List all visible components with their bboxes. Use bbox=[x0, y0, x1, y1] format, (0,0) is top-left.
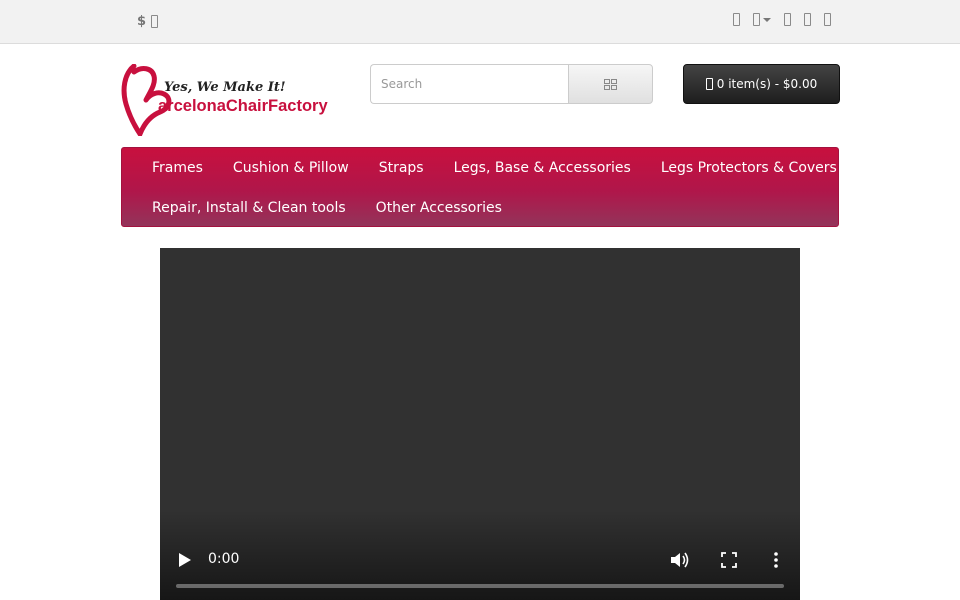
more-options-icon[interactable] bbox=[770, 551, 782, 569]
top-links bbox=[720, 13, 831, 26]
logo-tagline: Yes, We Make It! bbox=[164, 80, 286, 95]
checkout-link[interactable] bbox=[824, 13, 831, 26]
site-logo[interactable]: Yes, We Make It! arcelonaChairFactory bbox=[120, 64, 342, 136]
video-player[interactable]: 0:00 bbox=[160, 248, 800, 600]
currency-symbol: $ bbox=[137, 13, 147, 29]
top-bar: $ bbox=[0, 0, 960, 44]
play-icon[interactable] bbox=[178, 552, 192, 568]
progress-bar[interactable] bbox=[176, 584, 784, 588]
main-menu: Frames Cushion & Pillow Straps Legs, Bas… bbox=[121, 147, 839, 227]
cart-total: 0 item(s) - $0.00 bbox=[716, 77, 818, 91]
search-button[interactable] bbox=[568, 64, 653, 104]
search-icon bbox=[604, 78, 617, 90]
fullscreen-icon[interactable] bbox=[721, 552, 737, 568]
cart-button[interactable]: 0 item(s) - $0.00 bbox=[683, 64, 840, 104]
time-display: 0:00 bbox=[208, 551, 240, 567]
shopping-cart-icon bbox=[705, 78, 713, 90]
logo-brand: arcelonaChairFactory bbox=[158, 97, 328, 115]
search-group bbox=[370, 64, 653, 104]
menu-item-cushion-pillow[interactable]: Cushion & Pillow bbox=[233, 160, 349, 176]
search-input[interactable] bbox=[370, 64, 568, 104]
account-dropdown[interactable] bbox=[753, 13, 771, 26]
shopping-cart-link[interactable] bbox=[804, 13, 811, 26]
menu-item-repair-install-clean[interactable]: Repair, Install & Clean tools bbox=[152, 200, 346, 216]
caret-down-icon bbox=[763, 17, 771, 22]
caret-down-icon bbox=[151, 14, 159, 28]
currency-switcher[interactable]: $ bbox=[137, 12, 159, 30]
phone-link[interactable] bbox=[733, 13, 740, 26]
volume-icon[interactable] bbox=[670, 551, 690, 569]
menu-row: Repair, Install & Clean tools Other Acce… bbox=[122, 188, 532, 228]
menu-item-frames[interactable]: Frames bbox=[152, 160, 203, 176]
menu-item-legs-protectors-covers[interactable]: Legs Protectors & Covers bbox=[661, 160, 837, 176]
menu-item-legs-base-accessories[interactable]: Legs, Base & Accessories bbox=[454, 160, 631, 176]
share-icon bbox=[824, 13, 831, 26]
cart-icon bbox=[804, 13, 811, 26]
menu-row: Frames Cushion & Pillow Straps Legs, Bas… bbox=[122, 148, 867, 188]
menu-item-straps[interactable]: Straps bbox=[379, 160, 424, 176]
wishlist-link[interactable] bbox=[784, 13, 791, 26]
user-icon bbox=[753, 13, 760, 26]
phone-icon bbox=[733, 13, 740, 26]
menu-item-other-accessories[interactable]: Other Accessories bbox=[376, 200, 502, 216]
heart-icon bbox=[784, 13, 791, 26]
